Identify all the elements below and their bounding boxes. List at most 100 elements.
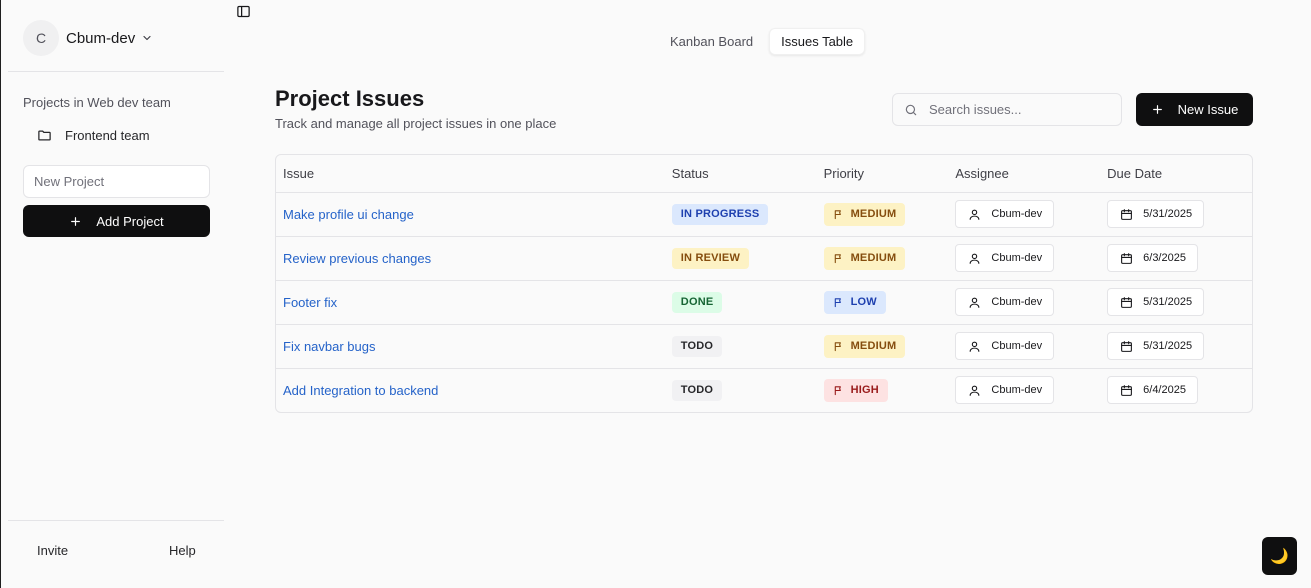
add-project-label: Add Project bbox=[96, 213, 164, 229]
due-date-button[interactable]: 5/31/2025 bbox=[1107, 200, 1205, 228]
due-date-button[interactable]: 5/31/2025 bbox=[1107, 332, 1205, 360]
search-input[interactable] bbox=[929, 94, 1115, 125]
flag-icon bbox=[834, 297, 841, 307]
sidebar-divider bbox=[8, 520, 224, 521]
plus-icon bbox=[1151, 103, 1164, 116]
calendar-icon bbox=[1121, 384, 1133, 396]
calendar-icon bbox=[1121, 296, 1133, 308]
invite-link[interactable]: Invite bbox=[37, 543, 68, 558]
search-icon bbox=[905, 104, 917, 116]
priority-label: HIGH bbox=[850, 384, 879, 397]
due-date: 6/3/2025 bbox=[1143, 252, 1186, 264]
priority-badge: MEDIUM bbox=[823, 334, 906, 358]
priority-badge: HIGH bbox=[823, 378, 888, 402]
flag-icon bbox=[834, 386, 841, 395]
status-badge: TODO bbox=[671, 379, 723, 401]
theme-toggle-button[interactable]: 🌙 bbox=[1262, 537, 1297, 575]
user-icon bbox=[970, 341, 980, 352]
issue-link[interactable]: Make profile ui change bbox=[283, 207, 414, 222]
issue-link[interactable]: Footer fix bbox=[283, 295, 337, 310]
user-icon bbox=[970, 253, 980, 264]
due-date-button[interactable]: 5/31/2025 bbox=[1107, 288, 1205, 316]
chevron-down-icon bbox=[141, 32, 153, 44]
table-row: Make profile ui change IN PROGRESS MEDIU… bbox=[276, 192, 1252, 237]
flag-icon bbox=[834, 209, 841, 219]
moon-icon: 🌙 bbox=[1270, 548, 1289, 565]
workspace-switcher[interactable]: C Cbum-dev bbox=[23, 20, 153, 56]
column-header-priority: Priority bbox=[816, 155, 949, 193]
priority-badge: MEDIUM bbox=[823, 202, 906, 226]
help-link[interactable]: Help bbox=[169, 543, 196, 558]
user-icon bbox=[970, 297, 980, 308]
due-date: 5/31/2025 bbox=[1143, 296, 1193, 308]
avatar: C bbox=[23, 20, 59, 56]
column-header-assignee: Assignee bbox=[948, 155, 1101, 193]
sidebar-divider bbox=[8, 71, 224, 72]
user-icon bbox=[970, 209, 980, 220]
issue-link[interactable]: Add Integration to backend bbox=[283, 383, 438, 398]
priority-label: LOW bbox=[850, 296, 877, 308]
column-header-status: Status bbox=[664, 155, 817, 193]
tab-kanban-board[interactable]: Kanban Board bbox=[659, 28, 764, 55]
new-issue-button[interactable]: New Issue bbox=[1136, 93, 1253, 126]
assignee-name: Cbum-dev bbox=[991, 340, 1043, 352]
calendar-icon bbox=[1121, 208, 1133, 220]
table-row: Add Integration to backend TODO HIGH Cbu… bbox=[276, 368, 1252, 412]
new-issue-label: New Issue bbox=[1177, 102, 1239, 117]
column-header-issue: Issue bbox=[276, 155, 665, 193]
sidebar-toggle-icon[interactable] bbox=[236, 4, 252, 20]
assignee-name: Cbum-dev bbox=[991, 296, 1043, 308]
table-row: Review previous changes IN REVIEW MEDIUM… bbox=[276, 236, 1252, 281]
issue-link[interactable]: Fix navbar bugs bbox=[283, 339, 376, 354]
priority-badge: MEDIUM bbox=[823, 246, 906, 270]
assignee-button[interactable]: Cbum-dev bbox=[955, 244, 1055, 272]
priority-label: MEDIUM bbox=[850, 208, 897, 220]
status-badge: IN REVIEW bbox=[671, 247, 750, 269]
status-badge: TODO bbox=[671, 335, 723, 357]
folder-icon bbox=[38, 130, 51, 140]
table-row: Footer fix DONE LOW Cbum-dev 5/31/2025 bbox=[276, 280, 1252, 325]
due-date: 6/4/2025 bbox=[1143, 384, 1186, 397]
tab-issues-table[interactable]: Issues Table bbox=[769, 28, 866, 55]
projects-heading: Projects in Web dev team bbox=[23, 95, 171, 110]
due-date-button[interactable]: 6/4/2025 bbox=[1107, 376, 1198, 405]
priority-label: MEDIUM bbox=[850, 340, 897, 352]
sidebar-footer: Invite Help bbox=[8, 536, 224, 566]
page-title: Project Issues bbox=[275, 86, 425, 111]
plus-icon bbox=[69, 215, 82, 228]
calendar-icon bbox=[1121, 340, 1133, 352]
assignee-button[interactable]: Cbum-dev bbox=[955, 288, 1055, 316]
workspace-name: Cbum-dev bbox=[66, 29, 136, 47]
assignee-name: Cbum-dev bbox=[991, 384, 1043, 397]
status-badge: IN PROGRESS bbox=[671, 203, 769, 225]
window-edge bbox=[0, 0, 1, 588]
search-box bbox=[892, 93, 1122, 126]
page-subtitle: Track and manage all project issues in o… bbox=[275, 116, 557, 131]
add-project-button[interactable]: Add Project bbox=[23, 205, 210, 237]
assignee-name: Cbum-dev bbox=[991, 252, 1043, 264]
priority-badge: LOW bbox=[823, 290, 886, 314]
flag-icon bbox=[834, 341, 841, 351]
issues-table: Issue Status Priority Assignee Due Date … bbox=[275, 154, 1253, 413]
calendar-icon bbox=[1121, 252, 1133, 264]
priority-label: MEDIUM bbox=[850, 252, 897, 264]
due-date-button[interactable]: 6/3/2025 bbox=[1107, 244, 1198, 272]
due-date: 5/31/2025 bbox=[1143, 208, 1193, 220]
sidebar-item-label: Frontend team bbox=[65, 127, 150, 143]
sidebar-item-frontend-team[interactable]: Frontend team bbox=[23, 122, 209, 148]
column-header-due-date: Due Date bbox=[1100, 155, 1252, 193]
sidebar: C Cbum-dev Projects in Web dev team Fron… bbox=[8, 0, 224, 588]
due-date: 5/31/2025 bbox=[1143, 340, 1193, 352]
issue-link[interactable]: Review previous changes bbox=[283, 251, 431, 266]
table-header-row: Issue Status Priority Assignee Due Date bbox=[276, 155, 1252, 193]
assignee-button[interactable]: Cbum-dev bbox=[955, 200, 1055, 228]
assignee-name: Cbum-dev bbox=[991, 208, 1043, 220]
flag-icon bbox=[834, 253, 841, 263]
status-badge: DONE bbox=[671, 291, 723, 313]
user-icon bbox=[970, 385, 980, 396]
assignee-button[interactable]: Cbum-dev bbox=[955, 376, 1055, 405]
new-project-input[interactable] bbox=[23, 165, 210, 198]
table-row: Fix navbar bugs TODO MEDIUM Cbum-dev 5/3… bbox=[276, 324, 1252, 369]
assignee-button[interactable]: Cbum-dev bbox=[955, 332, 1055, 360]
view-tabs: Kanban Board Issues Table bbox=[659, 28, 866, 55]
